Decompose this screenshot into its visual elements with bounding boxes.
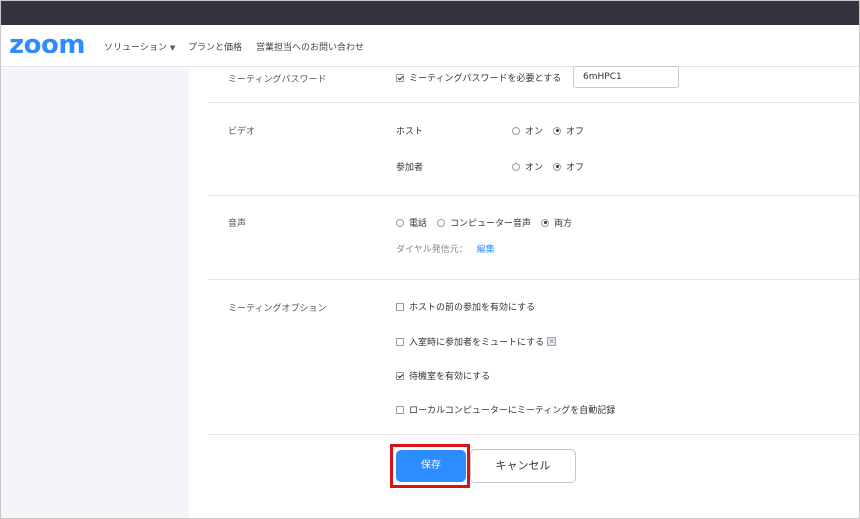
- top-bar: [0, 0, 860, 25]
- left-panel: [0, 68, 189, 519]
- checkbox-checked-icon: [396, 73, 404, 82]
- dial-from-row: ダイヤル発信元： 編集: [396, 242, 495, 255]
- save-button-highlight: [390, 444, 470, 488]
- site-header: zoom ソリューション ▼ プランと価格 営業担当へのお問い合わせ: [0, 25, 860, 67]
- video-host-radio-group: オン オフ: [512, 124, 594, 137]
- dial-from-label: ダイヤル発信元：: [396, 245, 468, 255]
- radio-label: オフ: [566, 163, 585, 173]
- waiting-room-checkbox[interactable]: 待機室を有効にする: [396, 369, 490, 382]
- video-host-on-radio[interactable]: オン: [512, 124, 543, 137]
- nav-contact-sales[interactable]: 営業担当へのお問い合わせ: [256, 40, 364, 53]
- option-label: ホストの前の参加を有効にする: [409, 303, 536, 313]
- divider: [208, 102, 860, 103]
- option-label: ローカルコンピューターにミーティングを自動記録: [409, 406, 616, 416]
- divider: [208, 434, 860, 435]
- nav-solutions[interactable]: ソリューション ▼: [104, 40, 175, 53]
- checkbox-checked-icon: [396, 371, 404, 380]
- divider: [208, 279, 860, 280]
- audio-both-radio[interactable]: 両方: [541, 216, 572, 229]
- audio-phone-radio[interactable]: 電話: [396, 216, 427, 229]
- mute-on-entry-checkbox[interactable]: 入室時に参加者をミュートにする ✕: [396, 335, 557, 348]
- audio-computer-radio[interactable]: コンピューター音声: [437, 216, 531, 229]
- edit-dial-link[interactable]: 編集: [477, 242, 495, 255]
- nav-solutions-label: ソリューション: [104, 43, 167, 53]
- audio-setting-label: 音声: [228, 219, 247, 229]
- checkbox-icon: [396, 405, 404, 414]
- divider: [208, 195, 860, 196]
- option-label: 入室時に参加者をミュートにする: [409, 338, 545, 348]
- cancel-button[interactable]: キャンセル: [470, 449, 576, 483]
- video-participant-label: 参加者: [396, 163, 424, 173]
- nav-plans-pricing[interactable]: プランと価格: [188, 40, 242, 53]
- radio-icon: [396, 218, 404, 227]
- video-participant-off-radio[interactable]: オフ: [553, 160, 584, 173]
- video-setting-label: ビデオ: [228, 127, 256, 137]
- password-input[interactable]: 6mHPC1: [573, 66, 679, 88]
- auto-record-checkbox[interactable]: ローカルコンピューターにミーティングを自動記録: [396, 403, 615, 416]
- info-icon[interactable]: ✕: [547, 337, 557, 346]
- radio-selected-icon: [541, 218, 550, 227]
- checkbox-icon: [396, 337, 404, 346]
- password-required-checkbox[interactable]: ミーティングパスワードを必要とする: [396, 71, 561, 84]
- radio-label: オン: [525, 163, 544, 173]
- video-participant-on-radio[interactable]: オン: [512, 160, 543, 173]
- radio-icon: [512, 126, 520, 135]
- radio-selected-icon: [553, 162, 562, 171]
- option-label: 待機室を有効にする: [409, 372, 491, 382]
- join-before-host-checkbox[interactable]: ホストの前の参加を有効にする: [396, 300, 535, 313]
- checkbox-icon: [396, 302, 404, 311]
- radio-icon: [437, 218, 446, 227]
- radio-icon: [512, 162, 520, 171]
- zoom-logo[interactable]: zoom: [9, 31, 85, 59]
- audio-radio-group: 電話 コンピューター音声 両方: [396, 216, 582, 229]
- radio-label: オフ: [566, 127, 585, 137]
- video-host-off-radio[interactable]: オフ: [553, 124, 584, 137]
- video-host-label: ホスト: [396, 127, 424, 137]
- meeting-options-label: ミーティングオプション: [228, 304, 327, 314]
- radio-selected-icon: [553, 126, 562, 135]
- password-setting-label: ミーティングパスワード: [228, 75, 327, 85]
- video-participant-radio-group: オン オフ: [512, 160, 594, 173]
- radio-label: 電話: [409, 219, 428, 229]
- radio-label: コンピューター音声: [450, 219, 532, 229]
- chevron-down-icon: ▼: [169, 44, 176, 52]
- password-required-label: ミーティングパスワードを必要とする: [409, 74, 562, 84]
- radio-label: 両方: [554, 219, 573, 229]
- radio-label: オン: [525, 127, 544, 137]
